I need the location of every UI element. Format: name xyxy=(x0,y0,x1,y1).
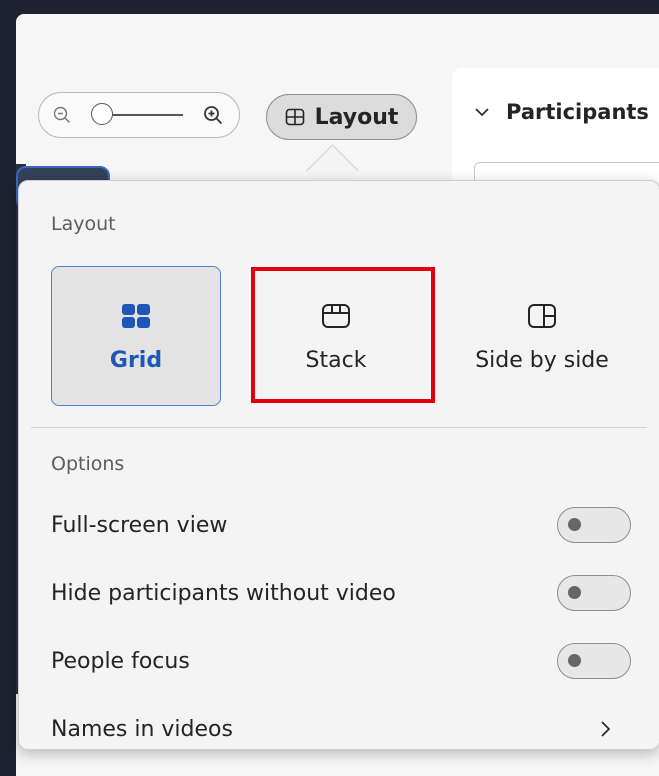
option-label: Hide participants without video xyxy=(51,580,396,606)
people-focus-toggle[interactable] xyxy=(557,643,631,679)
layout-option-label: Stack xyxy=(305,347,367,373)
side-by-side-icon xyxy=(528,303,556,328)
layout-option-side-by-side[interactable]: Side by side xyxy=(452,266,632,406)
stack-icon xyxy=(322,303,350,328)
chevron-right-icon xyxy=(601,721,611,737)
option-row-names-in-videos[interactable]: Names in videos xyxy=(51,709,631,749)
zoom-control xyxy=(38,92,240,138)
options-section-label: Options xyxy=(51,453,125,475)
option-row-full-screen: Full-screen view xyxy=(51,505,631,545)
zoom-out-icon[interactable] xyxy=(53,106,71,124)
layout-button[interactable]: Layout xyxy=(266,94,417,140)
zoom-in-icon[interactable] xyxy=(203,105,223,125)
grid-icon xyxy=(122,303,150,328)
chevron-down-icon xyxy=(475,108,489,117)
layout-option-grid[interactable]: Grid xyxy=(51,266,221,406)
option-label: Full-screen view xyxy=(51,512,228,538)
layout-option-label: Side by side xyxy=(475,347,609,373)
layout-grid-icon xyxy=(285,108,304,126)
divider xyxy=(31,427,647,428)
toggle-knob xyxy=(568,654,581,667)
layout-option-stack[interactable]: Stack xyxy=(251,266,421,406)
layout-section-label: Layout xyxy=(51,213,116,235)
option-row-hide-participants: Hide participants without video xyxy=(51,573,631,613)
layout-option-label: Grid xyxy=(109,347,163,373)
participants-title: Participants xyxy=(506,100,649,124)
participants-header[interactable]: Participants xyxy=(474,100,649,124)
toggle-knob xyxy=(568,586,581,599)
zoom-slider-thumb[interactable] xyxy=(91,103,113,125)
toggle-knob xyxy=(568,518,581,531)
hide-participants-toggle[interactable] xyxy=(557,575,631,611)
option-row-people-focus: People focus xyxy=(51,641,631,681)
option-label: People focus xyxy=(51,648,190,674)
full-screen-toggle[interactable] xyxy=(557,507,631,543)
option-label: Names in videos xyxy=(51,716,233,742)
layout-flyout: Layout Grid Stack Side by side Options F… xyxy=(18,180,659,750)
zoom-slider-track[interactable] xyxy=(107,114,183,116)
layout-button-label: Layout xyxy=(314,104,399,130)
